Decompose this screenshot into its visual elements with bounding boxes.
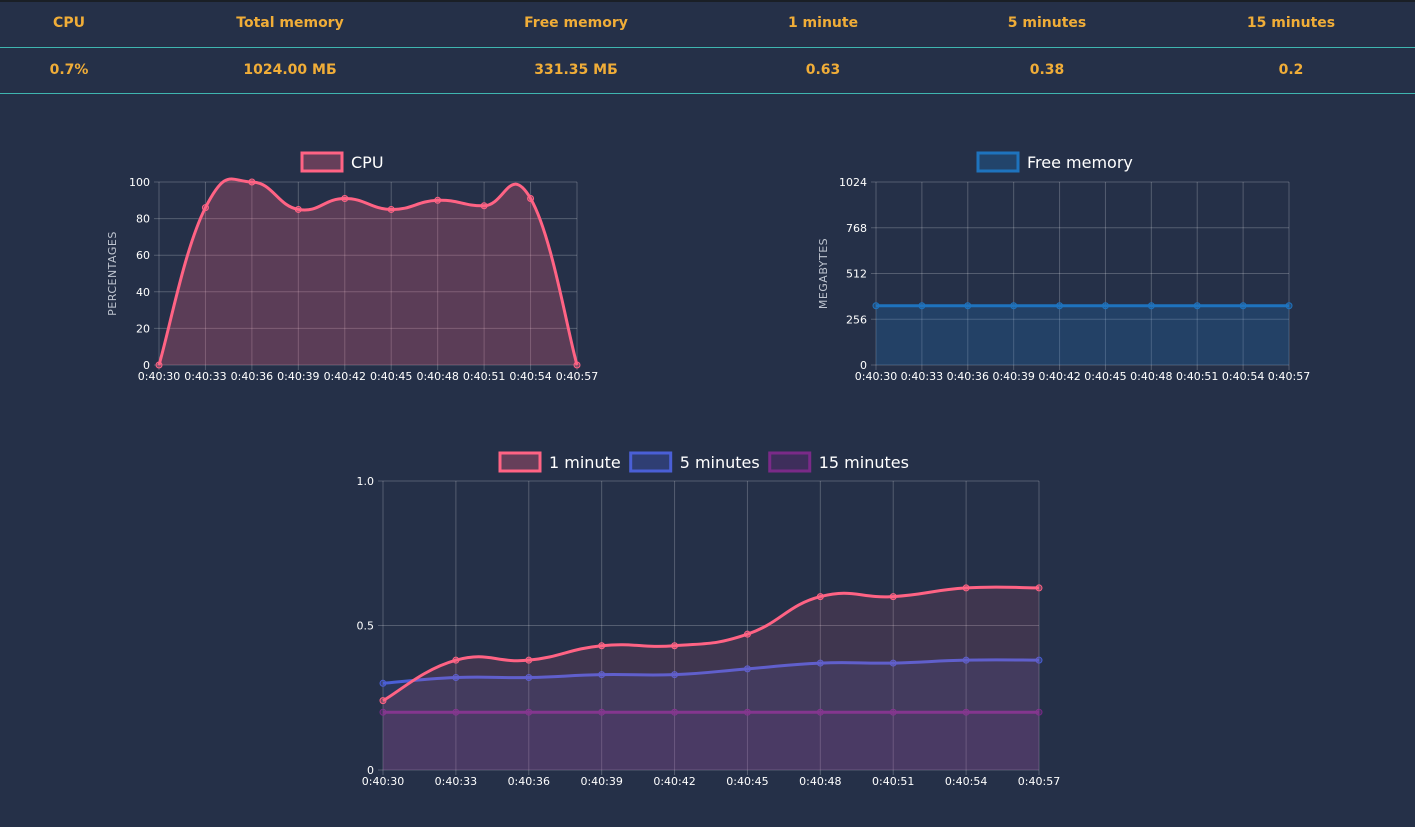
legend-label[interactable]: 15 minutes xyxy=(819,453,909,472)
data-point[interactable] xyxy=(379,697,387,705)
data-point[interactable] xyxy=(816,593,824,601)
x-tick-label: 0:40:45 xyxy=(726,775,768,788)
legend-swatch[interactable] xyxy=(768,451,812,473)
x-tick-label: 0:40:36 xyxy=(508,775,550,788)
legend-label[interactable]: 1 minute xyxy=(549,453,621,472)
legend: 1 minute 5 minutes 15 minutes xyxy=(498,451,909,473)
data-point[interactable] xyxy=(525,656,533,664)
series-area xyxy=(383,587,1039,770)
data-point[interactable] xyxy=(379,679,387,687)
x-tick-label: 0:40:42 xyxy=(653,775,695,788)
y-tick-label: 0.5 xyxy=(357,620,375,633)
data-point[interactable] xyxy=(889,593,897,601)
legend-swatch[interactable] xyxy=(629,451,673,473)
data-point[interactable] xyxy=(1035,584,1043,592)
load-average-chart: 00.51.00:40:30 0:40:33 0:40:36 0:40:39 0:40:… xyxy=(357,451,1060,788)
x-tick-label: 0:40:30 xyxy=(362,775,404,788)
legend-label[interactable]: 5 minutes xyxy=(680,453,760,472)
data-point[interactable] xyxy=(671,642,679,650)
data-point[interactable] xyxy=(598,642,606,650)
x-tick-label: 0:40:51 xyxy=(872,775,914,788)
x-tick-label: 0:40:57 xyxy=(1018,775,1060,788)
data-point[interactable] xyxy=(743,630,751,638)
data-point[interactable] xyxy=(962,584,970,592)
data-point[interactable] xyxy=(452,656,460,664)
x-tick-label: 0:40:39 xyxy=(580,775,622,788)
legend-swatch[interactable] xyxy=(498,451,542,473)
y-tick-label: 1.0 xyxy=(357,475,375,488)
series-1-minute xyxy=(379,584,1043,770)
x-tick-label: 0:40:48 xyxy=(799,775,841,788)
x-tick-label: 0:40:33 xyxy=(435,775,477,788)
series-group xyxy=(379,584,1043,770)
x-tick-label: 0:40:54 xyxy=(945,775,987,788)
